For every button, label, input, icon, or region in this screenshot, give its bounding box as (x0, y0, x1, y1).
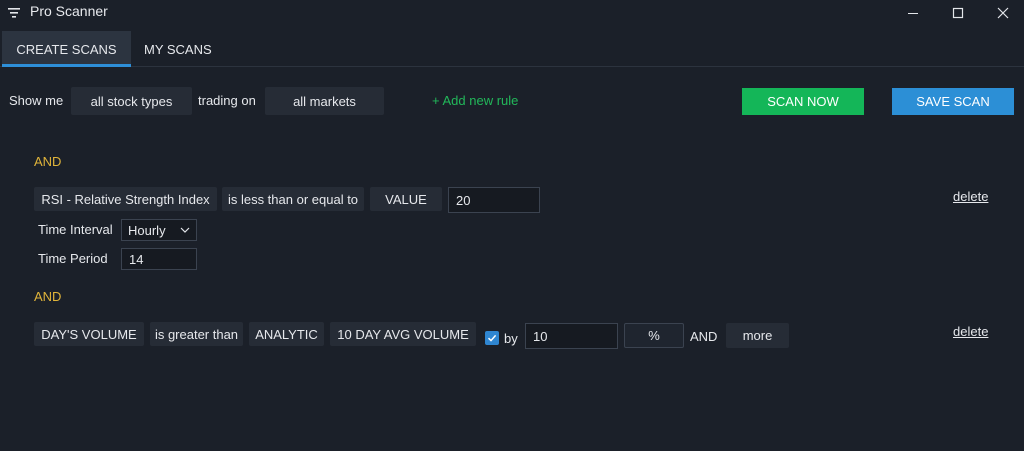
indicator-selector[interactable]: RSI - Relative Strength Index (34, 187, 217, 211)
time-period-input[interactable]: 14 (121, 248, 197, 270)
tab-create-scans[interactable]: CREATE SCANS (2, 31, 131, 67)
markets-selector[interactable]: all markets (265, 87, 384, 115)
chevron-down-icon (180, 227, 190, 233)
tab-my-scans[interactable]: MY SCANS (132, 31, 224, 67)
stock-types-selector[interactable]: all stock types (71, 87, 192, 115)
close-button[interactable] (980, 0, 1024, 26)
delete-rule-link[interactable]: delete (953, 189, 988, 204)
time-interval-value: Hourly (128, 222, 166, 238)
show-me-label: Show me (9, 93, 64, 108)
minimize-icon (908, 13, 918, 14)
time-interval-label: Time Interval (38, 222, 113, 237)
rule-conjunction: AND (34, 154, 62, 169)
unit-selector[interactable]: % (624, 323, 684, 348)
close-icon (997, 7, 1009, 19)
trading-on-label: trading on (198, 93, 256, 108)
operator-selector[interactable]: is greater than (150, 322, 243, 346)
add-new-rule-link[interactable]: + Add new rule (432, 93, 518, 108)
title-bar (0, 0, 1024, 28)
by-value-input[interactable]: 10 (525, 323, 618, 349)
menu-icon[interactable] (7, 6, 21, 20)
check-icon (487, 334, 497, 342)
and-label: AND (690, 329, 718, 344)
by-checkbox[interactable] (485, 331, 499, 345)
analytic-selector[interactable]: 10 DAY AVG VOLUME (330, 322, 476, 346)
scan-now-button[interactable]: SCAN NOW (742, 88, 864, 115)
operator-selector[interactable]: is less than or equal to (222, 187, 364, 211)
save-scan-button[interactable]: SAVE SCAN (892, 88, 1014, 115)
indicator-selector[interactable]: DAY'S VOLUME (34, 322, 144, 346)
time-period-label: Time Period (38, 251, 108, 266)
minimize-button[interactable] (890, 0, 936, 26)
compare-type-selector[interactable]: ANALYTIC (249, 322, 324, 346)
rule-value-input[interactable]: 20 (448, 187, 540, 213)
maximize-icon (952, 7, 964, 19)
more-button[interactable]: more (726, 323, 789, 348)
maximize-button[interactable] (935, 0, 981, 26)
tab-label: MY SCANS (144, 41, 212, 57)
rule-conjunction: AND (34, 289, 62, 304)
window-title: Pro Scanner (30, 3, 108, 19)
by-label: by (504, 331, 518, 346)
time-interval-select[interactable]: Hourly (121, 219, 197, 241)
delete-rule-link[interactable]: delete (953, 324, 988, 339)
compare-type-selector[interactable]: VALUE (370, 187, 442, 211)
tab-label: CREATE SCANS (16, 41, 117, 57)
